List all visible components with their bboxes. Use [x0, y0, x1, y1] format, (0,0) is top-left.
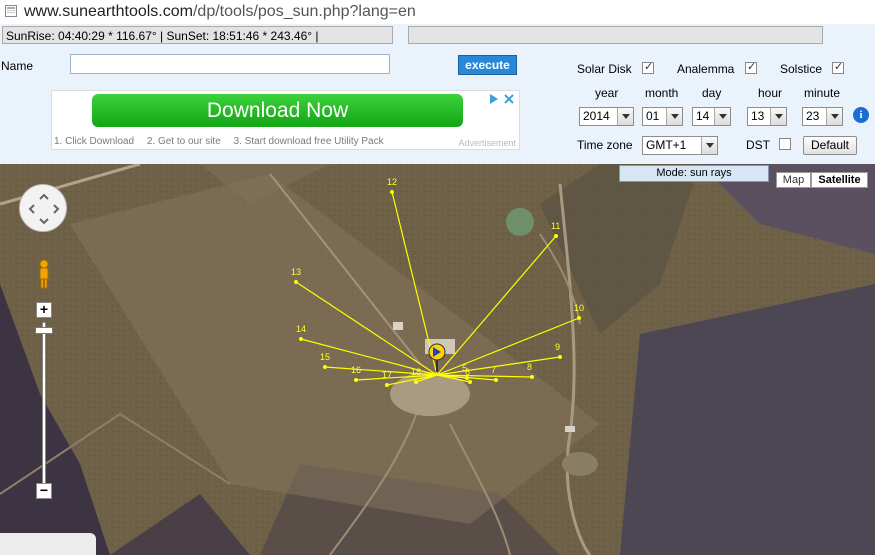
- chevron-down-icon: [666, 108, 682, 125]
- url-path: /dp/tools/pos_sun.php?lang=en: [192, 3, 416, 20]
- ad-step-1: 1. Click Download: [54, 136, 135, 147]
- ad-step-3: 3. Start download free Utility Pack: [233, 136, 384, 147]
- analemma-label: Analemma: [677, 62, 735, 76]
- analemma-checkbox[interactable]: [745, 60, 757, 74]
- zoom-in-button[interactable]: +: [36, 302, 52, 318]
- sun-ray-end-9: [558, 355, 562, 359]
- map-mode-indicator: Mode: sun rays: [619, 165, 769, 182]
- year-select[interactable]: 2014: [579, 107, 634, 126]
- sun-ray-end-12: [390, 190, 394, 194]
- solar-disk-label: Solar Disk: [577, 62, 632, 76]
- zoom-slider-track[interactable]: [42, 322, 46, 484]
- sunrise-sunset-readout: SunRise: 04:40:29 * 116.67° | SunSet: 18…: [2, 26, 393, 44]
- chevron-down-icon: [701, 137, 717, 154]
- minute-value: 23: [806, 109, 820, 123]
- sun-ray-hour-label: 11: [551, 221, 560, 231]
- default-button[interactable]: Default: [803, 136, 857, 155]
- sun-ray-end-15: [323, 365, 327, 369]
- year-label: year: [595, 86, 619, 100]
- advertisement-banner[interactable]: Download Now 1. Click Download 2. Get to…: [51, 90, 520, 150]
- url-host: www.sunearthtools.com: [24, 3, 193, 20]
- sun-ray-hour-label: 16: [351, 365, 361, 375]
- year-value: 2014: [583, 109, 610, 123]
- day-value: 14: [696, 109, 710, 123]
- month-select[interactable]: 01: [642, 107, 683, 126]
- map-type-satellite-button[interactable]: Satellite: [811, 172, 868, 188]
- sun-ray-hour-label: 9: [555, 342, 560, 352]
- map-footer-tab[interactable]: [0, 533, 96, 555]
- ad-step-2: 2. Get to our site: [146, 136, 221, 147]
- solar-disk-checkbox[interactable]: [642, 60, 654, 74]
- sun-ray-end-13: [294, 280, 298, 284]
- sun-ray-end-14: [299, 337, 303, 341]
- name-label: Name: [1, 59, 34, 73]
- timezone-label: Time zone: [577, 138, 633, 152]
- pan-control[interactable]: [19, 184, 67, 232]
- pan-arrows-icon: [28, 193, 60, 225]
- map-type-map-button[interactable]: Map: [776, 172, 811, 188]
- sun-ray-end-6: [468, 380, 472, 384]
- chevron-down-icon: [770, 108, 786, 125]
- sun-ray-hour-label: 12: [387, 177, 397, 187]
- sun-ray-hour-label: 8: [527, 362, 532, 372]
- sun-ray-hour-label: 15: [320, 352, 330, 362]
- ad-choices-icon[interactable]: [488, 92, 516, 106]
- sun-ray-hour-label: 14: [296, 324, 306, 334]
- execute-button[interactable]: execute: [458, 55, 517, 75]
- zoom-out-button[interactable]: −: [36, 483, 52, 499]
- url-text: www.sunearthtools.com/dp/tools/pos_sun.p…: [24, 3, 416, 21]
- sun-ray-hour-label: 10: [574, 303, 584, 313]
- solstice-checkbox[interactable]: [832, 60, 844, 74]
- sun-ray-hour-label: 13: [291, 267, 301, 277]
- ad-steps: 1. Click Download 2. Get to our site 3. …: [54, 136, 394, 147]
- info-readout-secondary: [408, 26, 823, 44]
- hour-select[interactable]: 13: [747, 107, 787, 126]
- day-select[interactable]: 14: [692, 107, 731, 126]
- dst-label: DST: [746, 138, 770, 152]
- sun-ray-end-17: [385, 383, 389, 387]
- street-view-pegman-icon[interactable]: [37, 259, 51, 289]
- sun-ray-end-16: [354, 378, 358, 382]
- satellite-map[interactable]: 5 6 7 8 9 10 11 12 13 14 15 16 17 18 + − Mode: sun ra…: [0, 164, 875, 555]
- chevron-down-icon: [826, 108, 842, 125]
- hour-label: hour: [758, 86, 783, 100]
- sun-ray-end-11: [554, 234, 558, 238]
- chevron-down-icon: [714, 108, 730, 125]
- name-input[interactable]: [70, 54, 390, 74]
- info-icon[interactable]: i: [853, 107, 869, 123]
- sun-ray-end-18: [414, 380, 418, 384]
- ad-download-button[interactable]: Download Now: [92, 94, 463, 127]
- sun-ray-end-8: [530, 375, 534, 379]
- sun-ray-end-7: [494, 378, 498, 382]
- chevron-down-icon: [617, 108, 633, 125]
- solstice-label: Solstice: [780, 62, 823, 76]
- map-imagery: 56 7 8910111213141516 17 18: [0, 164, 875, 555]
- timezone-select[interactable]: GMT+1: [642, 136, 718, 155]
- minute-select[interactable]: 23: [802, 107, 843, 126]
- dst-checkbox[interactable]: [779, 138, 791, 150]
- zoom-slider-handle[interactable]: [35, 327, 53, 334]
- address-bar[interactable]: www.sunearthtools.com/dp/tools/pos_sun.p…: [0, 0, 875, 24]
- sun-ray-hour-label: 17: [382, 370, 392, 380]
- month-value: 01: [646, 109, 660, 123]
- minute-label: minute: [804, 86, 841, 100]
- page-favicon-icon: [5, 5, 17, 17]
- month-label: month: [645, 86, 679, 100]
- day-label: day: [702, 86, 722, 100]
- ad-label: Advertisement: [458, 138, 516, 148]
- sun-ray-hour-label: 18: [411, 367, 421, 377]
- timezone-value: GMT+1: [646, 138, 687, 152]
- sun-ray-end-10: [577, 316, 581, 320]
- hour-value: 13: [751, 109, 765, 123]
